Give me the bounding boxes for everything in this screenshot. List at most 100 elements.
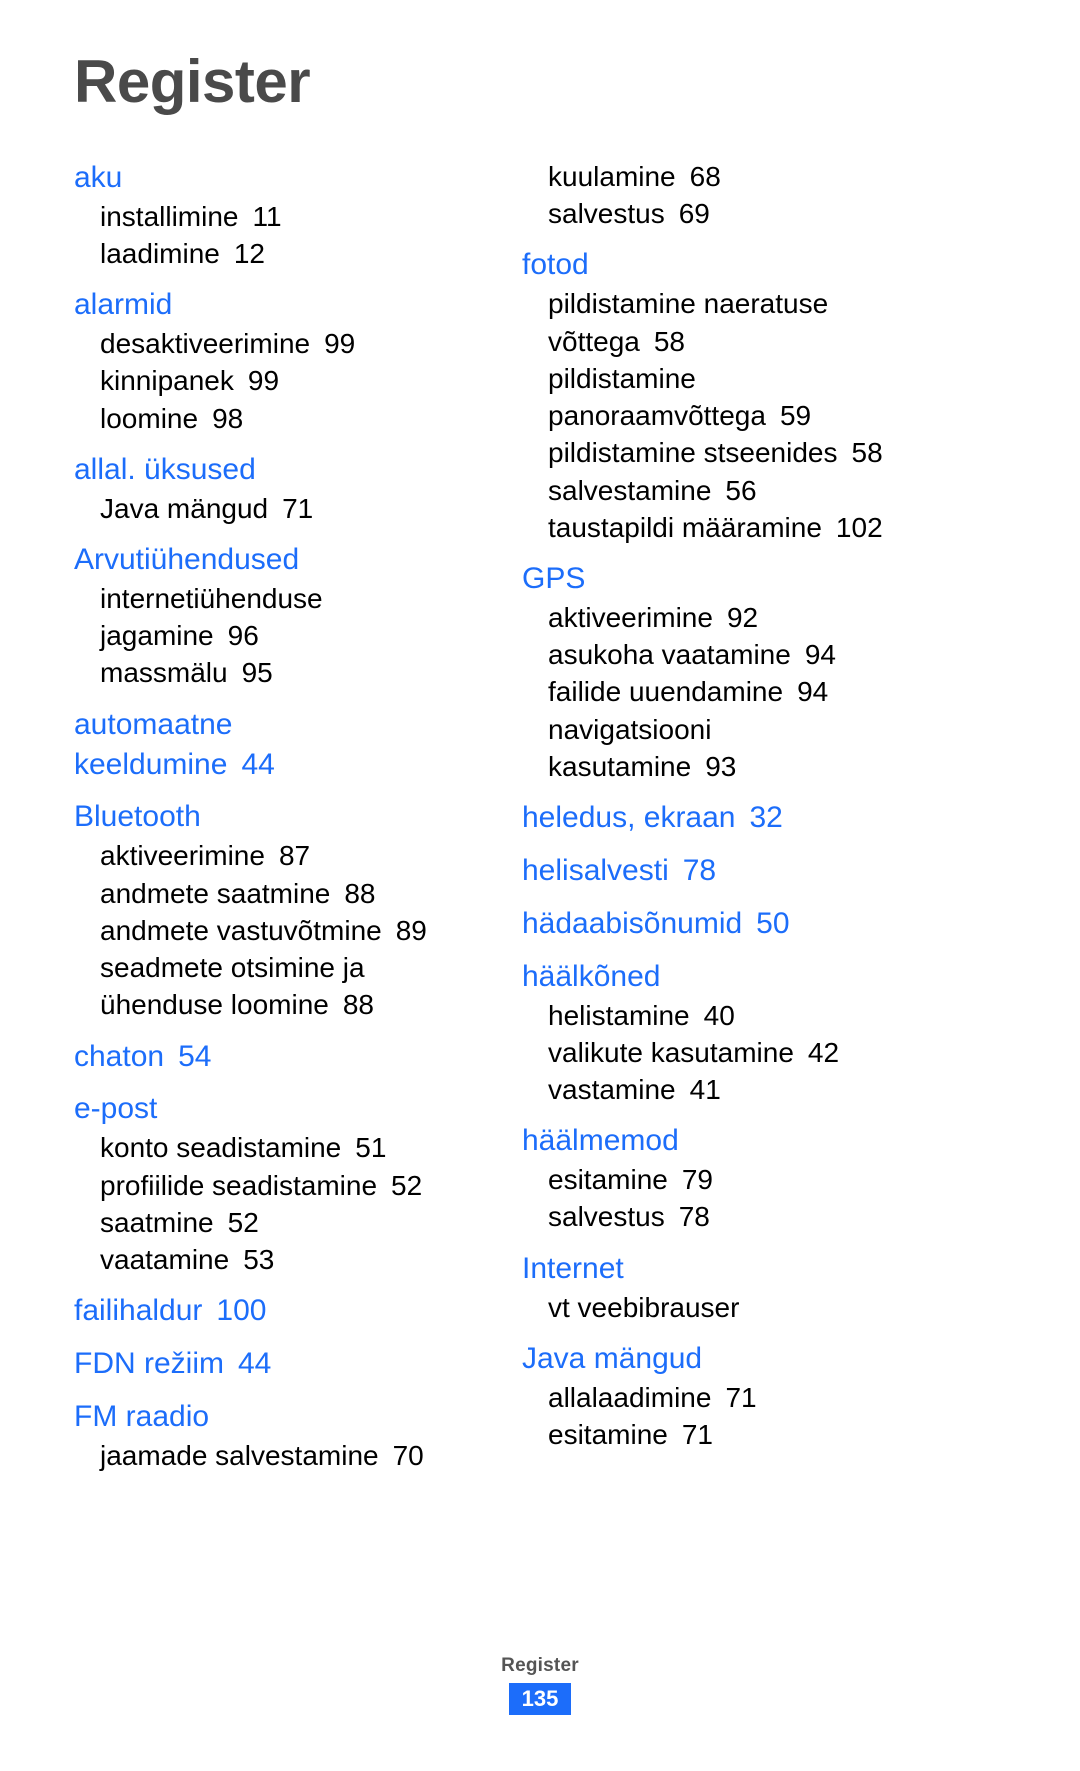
- entry-page-number: 41: [689, 1074, 721, 1106]
- index-subentry: internetiühenduse jagamine 96: [74, 580, 496, 654]
- entry-label: jaamade salvestamine: [100, 1439, 379, 1471]
- index-heading: allal. üksused: [74, 450, 496, 490]
- entry-page-number: 78: [678, 1201, 710, 1233]
- entry-page-number: 70: [392, 1439, 424, 1471]
- entry-label: aku: [74, 161, 123, 194]
- entry-label: GPS: [522, 562, 586, 595]
- entry-label: pildistamine naeratuse võttega: [548, 288, 829, 357]
- entry-page-number: 52: [227, 1206, 259, 1238]
- index-heading: FDN režiim 44: [74, 1344, 496, 1384]
- index-subentry: esitamine 79: [522, 1161, 1050, 1198]
- entry-label: andmete saatmine: [100, 877, 331, 909]
- index-subentry: pildistamine naeratuse võttega 58: [522, 285, 1050, 359]
- entry-page-number: 100: [216, 1294, 267, 1328]
- index-subentry: esitamine 71: [522, 1416, 1050, 1453]
- index-heading: heledus, ekraan 32: [522, 798, 1050, 838]
- entry-page-number: 44: [241, 747, 275, 781]
- entry-label: automaatne keeldumine: [74, 707, 233, 781]
- left-column: aku installimine 11 laadimine 12 alarmid desak…: [0, 158, 500, 1474]
- index-heading: Bluetooth: [74, 797, 496, 837]
- index-heading: e-post: [74, 1089, 496, 1129]
- entry-label: Java mängud: [522, 1341, 703, 1375]
- entry-label: chaton: [74, 1039, 165, 1073]
- entry-label: navigatsiooni kasutamine: [548, 713, 712, 782]
- index-subentry: andmete vastuvõtmine 89: [74, 912, 496, 949]
- entry-label: andmete vastuvõtmine: [100, 914, 382, 946]
- index-page: Register aku installimine 11 laadimine 12 ala…: [0, 0, 1080, 1771]
- page-title: Register: [74, 48, 311, 115]
- entry-page-number: 94: [804, 639, 836, 671]
- index-subentry: pildistamine panoraamvõttega 59: [522, 360, 1050, 434]
- index-heading: aku: [74, 158, 496, 198]
- index-heading: häälkõned: [522, 957, 1050, 997]
- entry-page-number: 56: [725, 474, 757, 506]
- entry-label: aktiveerimine: [100, 840, 265, 872]
- footer-label: Register: [501, 1655, 579, 1676]
- index-subentry: taustapildi määramine 102: [522, 509, 1050, 546]
- entry-label: laadimine: [100, 238, 220, 270]
- index-subentry: navigatsiooni kasutamine 93: [522, 711, 1050, 785]
- page-footer: Register 135: [0, 1655, 1080, 1716]
- entry-label: häälmemod: [522, 1124, 679, 1158]
- entry-label: internetiühenduse jagamine: [100, 582, 323, 652]
- entry-page-number: 95: [241, 657, 273, 689]
- entry-label: Bluetooth: [74, 800, 201, 834]
- entry-page-number: 32: [749, 801, 783, 835]
- index-subentry: aktiveerimine 92: [522, 599, 1050, 636]
- index-heading: failihaldur 100: [74, 1291, 496, 1331]
- entry-label: Internet: [522, 1251, 624, 1285]
- index-subentry: pildistamine stseenides 58: [522, 434, 1050, 471]
- entry-page-number: 12: [233, 238, 266, 270]
- entry-label: hädaabisõnumid: [522, 906, 743, 940]
- entry-page-number: 92: [726, 601, 759, 633]
- entry-label: desaktiveerimine: [100, 328, 311, 360]
- index-subentry: failide uuendamine 94: [522, 673, 1050, 710]
- index-subentry: profiilide seadistamine 52: [74, 1167, 496, 1204]
- entry-label: häälkõned: [522, 959, 661, 993]
- entry-page-number: 99: [324, 328, 356, 360]
- entry-page-number: 71: [282, 492, 314, 524]
- entry-label: allal. üksused: [74, 452, 256, 486]
- index-heading: FM raadio: [74, 1397, 496, 1437]
- entry-label: valikute kasutamine: [548, 1036, 794, 1068]
- index-subentry: vastamine 41: [522, 1071, 1050, 1108]
- entry-page-number: 58: [653, 325, 686, 357]
- entry-page-number: 89: [395, 914, 427, 946]
- entry-label: esitamine: [548, 1418, 668, 1450]
- entry-page-number: 71: [725, 1381, 757, 1413]
- entry-label: taustapildi määramine: [548, 511, 822, 543]
- page-number-badge: 135: [508, 1683, 572, 1716]
- entry-page-number: 51: [355, 1132, 387, 1164]
- entry-page-number: 40: [703, 999, 735, 1031]
- entry-page-number: 59: [779, 400, 812, 432]
- entry-page-number: 54: [178, 1039, 212, 1073]
- index-subentry: jaamade salvestamine 70: [74, 1437, 496, 1474]
- index-subentry: vt veebibrauser: [522, 1289, 1050, 1326]
- index-subentry: saatmine 52: [74, 1204, 496, 1241]
- index-subentry: allalaadimine 71: [522, 1379, 1050, 1416]
- entry-label: heledus, ekraan: [522, 801, 736, 835]
- entry-page-number: 44: [238, 1347, 272, 1381]
- entry-page-number: 11: [252, 200, 282, 232]
- index-heading: helisalvesti 78: [522, 851, 1050, 891]
- entry-page-number: 53: [243, 1244, 275, 1275]
- entry-label: kinnipanek: [100, 365, 234, 397]
- entry-page-number: 88: [342, 989, 374, 1021]
- index-subentry: salvestamine 56: [522, 472, 1050, 509]
- entry-label: profiilide seadistamine: [100, 1169, 378, 1201]
- entry-page-number: 87: [278, 840, 311, 872]
- entry-label: e-post: [74, 1092, 158, 1126]
- entry-page-number: 58: [851, 437, 883, 469]
- index-subentry: aktiveerimine 87: [74, 837, 496, 874]
- index-subentry: laadimine 12: [74, 235, 496, 272]
- entry-label: salvestus: [548, 198, 665, 230]
- entry-page-number: 102: [835, 511, 883, 543]
- index-subentry: loomine 98: [74, 400, 496, 437]
- index-subentry: vaatamine 53: [74, 1241, 496, 1278]
- index-heading: Arvutiühendused: [74, 540, 496, 580]
- entry-label: allalaadimine: [548, 1381, 712, 1413]
- index-subentry: Java mängud 71: [74, 490, 496, 527]
- entry-label: FM raadio: [74, 1400, 210, 1434]
- entry-page-number: 42: [807, 1036, 840, 1068]
- entry-label: salvestus: [548, 1201, 665, 1233]
